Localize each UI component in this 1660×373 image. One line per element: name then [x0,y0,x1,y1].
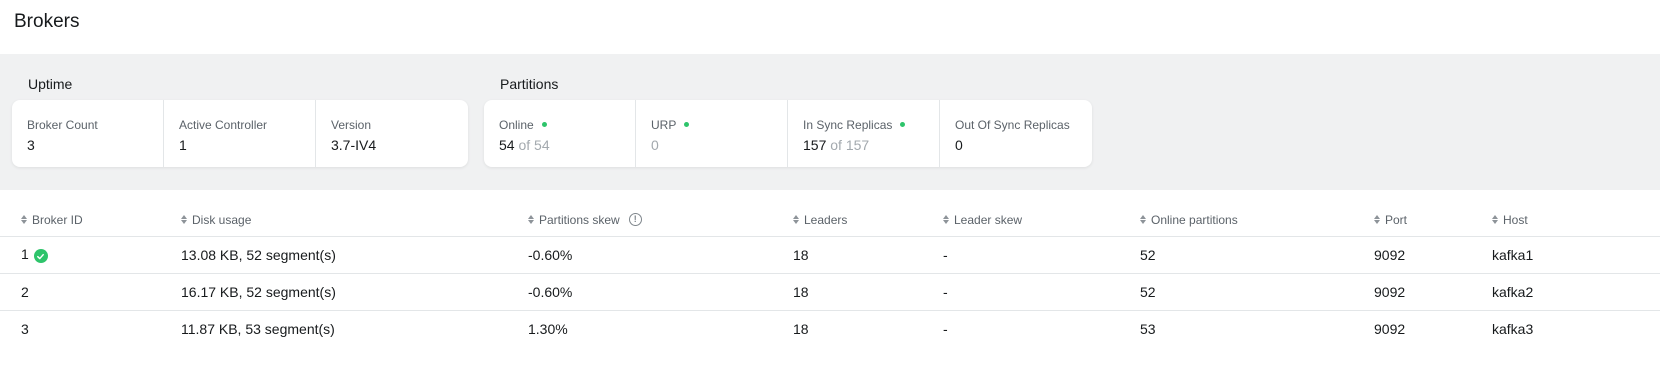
status-dot-icon [684,122,690,127]
leader-skew-cell: - [943,273,1140,311]
check-circle-icon [33,249,48,264]
column-header-label: Partitions skew [539,212,620,227]
sort-icon [1374,215,1380,224]
metric-value-total: of 54 [518,137,550,153]
sort-icon [181,215,187,224]
column-header-port[interactable]: Port [1374,199,1492,237]
metric-label: URP [651,116,772,133]
online-partitions-cell: 52 [1140,236,1374,274]
uptime-cards: Broker Count 3 Active Controller 1 Versi… [12,100,468,167]
metric-label: In Sync Replicas [803,116,924,133]
brokers-table: Broker ID Disk usage Partitions skew! Le… [0,199,1660,347]
online-partitions-cell: 52 [1140,273,1374,311]
sort-icon [528,215,534,224]
sort-icon [793,215,799,224]
out-of-sync-replicas-card: Out Of Sync Replicas 0 [940,100,1092,167]
sort-icon [943,215,949,224]
leader-skew-cell: - [943,320,948,337]
leader-skew-cell: - [943,236,1140,274]
metric-label: Broker Count [27,117,98,132]
partitions-group: Partitions Online 54 of 54 URP 0 In Sync… [484,76,1092,190]
metric-value: 157 of 157 [803,137,924,153]
metrics-area: Uptime Broker Count 3 Active Controller … [0,54,1660,190]
metric-label-text: Online [499,117,534,132]
column-header-label: Host [1503,212,1528,227]
disk-usage-cell: 16.17 KB, 52 segment(s) [181,273,528,311]
metric-value: 0 [955,137,963,153]
column-header-host[interactable]: Host [1492,199,1660,237]
metric-value: 3.7-IV4 [331,137,377,153]
host-cell: kafka1 [1492,236,1660,274]
column-header-label: Broker ID [32,212,83,227]
metric-label: Out Of Sync Replicas [955,117,1070,132]
partitions-skew-cell: -0.60% [528,236,793,274]
active-controller-card: Active Controller 1 [164,100,316,167]
column-header-leader-skew[interactable]: Leader skew [943,199,1140,237]
table-header-row: Broker ID Disk usage Partitions skew! Le… [0,199,1660,237]
port-cell: 9092 [1374,236,1492,274]
partitions-skew-cell: 1.30% [528,320,568,337]
version-card: Version 3.7-IV4 [316,100,468,167]
online-card: Online 54 of 54 [484,100,636,167]
metric-value: 1 [179,137,187,153]
sort-icon [1492,215,1498,224]
metric-label-text: URP [651,117,677,132]
host-cell: kafka2 [1492,273,1660,311]
metric-label-text: In Sync Replicas [803,117,893,132]
column-header-partitions-skew[interactable]: Partitions skew! [528,199,793,237]
leaders-cell: 18 [793,273,943,311]
metric-value: 54 of 54 [499,137,620,153]
column-header-label: Online partitions [1151,212,1238,227]
column-header-disk-usage[interactable]: Disk usage [181,199,528,237]
disk-usage-cell: 13.08 KB, 52 segment(s) [181,236,528,274]
table-row[interactable]: 1 13.08 KB, 52 segment(s) -0.60% 18 - 52… [0,236,1660,274]
metric-value-number: 54 [499,137,515,153]
status-dot-icon [541,122,547,127]
uptime-group: Uptime Broker Count 3 Active Controller … [12,76,468,190]
online-partitions-cell: 53 [1140,320,1156,337]
column-header-label: Disk usage [192,212,252,227]
urp-card: URP 0 [636,100,788,167]
status-dot-icon [900,122,906,127]
broker-id: 1 [21,245,29,262]
broker-id-cell[interactable]: 1 [0,236,181,274]
metric-value-total: of 157 [830,137,870,153]
metric-value: 0 [651,137,659,153]
page-title: Brokers [14,11,80,32]
port-cell: 9092 [1374,320,1406,337]
host-cell: kafka3 [1492,320,1534,337]
metric-label: Version [331,117,372,132]
sort-icon [21,215,27,224]
table-row[interactable]: 2 16.17 KB, 52 segment(s) -0.60% 18 - 52… [0,273,1660,311]
broker-count-card: Broker Count 3 [12,100,164,167]
disk-usage-cell: 11.87 KB, 53 segment(s) [181,320,335,337]
metric-label: Active Controller [179,117,268,132]
partitions-cards: Online 54 of 54 URP 0 In Sync Replicas 1… [484,100,1092,167]
broker-id: 2 [21,283,29,300]
broker-id: 3 [21,320,29,337]
column-header-label: Leaders [804,212,848,227]
metric-value-number: 157 [803,137,827,153]
broker-id-cell[interactable]: 2 [0,273,181,311]
column-header-leaders[interactable]: Leaders [793,199,943,237]
metric-label: Online [499,116,620,133]
uptime-title: Uptime [28,76,73,92]
column-header-broker-id[interactable]: Broker ID [0,199,181,237]
brokers-table-wrapper: Broker ID Disk usage Partitions skew! Le… [0,190,1660,347]
page-header: Brokers [0,0,1660,54]
metric-value: 3 [27,137,35,153]
column-header-label: Port [1385,212,1408,227]
info-icon[interactable]: ! [628,213,642,226]
partitions-skew-cell: -0.60% [528,273,793,311]
partitions-title: Partitions [500,76,559,92]
leaders-cell: 18 [793,320,809,337]
table-row[interactable]: 3 11.87 KB, 53 segment(s) 1.30% 18 - 53 … [0,310,1660,347]
sort-icon [1140,215,1146,224]
column-header-online-partitions[interactable]: Online partitions [1140,199,1374,237]
port-cell: 9092 [1374,273,1492,311]
column-header-label: Leader skew [954,212,1023,227]
broker-id-cell[interactable]: 3 [0,310,181,347]
leaders-cell: 18 [793,236,943,274]
in-sync-replicas-card: In Sync Replicas 157 of 157 [788,100,940,167]
